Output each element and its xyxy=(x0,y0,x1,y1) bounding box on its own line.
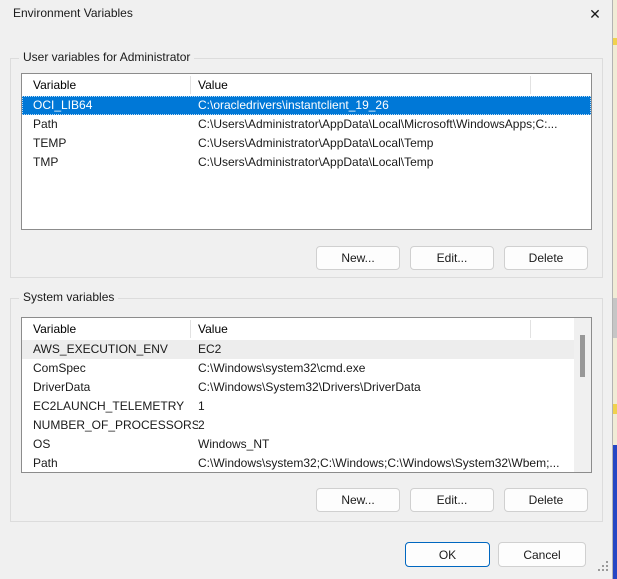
table-row[interactable]: EC2LAUNCH_TELEMETRY 1 xyxy=(22,397,591,416)
variable-cell: OS xyxy=(22,435,198,454)
system-list-header: Variable Value xyxy=(22,318,591,340)
background-strip-segment xyxy=(613,298,617,338)
value-cell: C:\Windows\system32\cmd.exe xyxy=(198,359,591,378)
table-row[interactable]: TMP C:\Users\Administrator\AppData\Local… xyxy=(22,153,591,172)
system-new-button[interactable]: New... xyxy=(316,488,400,512)
system-variables-group-label: System variables xyxy=(19,290,118,304)
value-cell: C:\Users\Administrator\AppData\Local\Mic… xyxy=(198,115,591,134)
table-row[interactable]: TEMP C:\Users\Administrator\AppData\Loca… xyxy=(22,134,591,153)
column-header-variable[interactable]: Variable xyxy=(33,318,76,340)
value-cell: C:\Users\Administrator\AppData\Local\Tem… xyxy=(198,153,591,172)
value-cell: C:\Users\Administrator\AppData\Local\Tem… xyxy=(198,134,591,153)
header-divider xyxy=(530,76,531,94)
header-divider xyxy=(530,320,531,338)
system-variables-list: Variable Value AWS_EXECUTION_ENV EC2 Com… xyxy=(21,317,592,473)
table-row[interactable]: Path C:\Users\Administrator\AppData\Loca… xyxy=(22,115,591,134)
user-list-rows: OCI_LIB64 C:\oracledrivers\instantclient… xyxy=(22,96,591,229)
variable-cell: AWS_EXECUTION_ENV xyxy=(22,340,198,359)
system-edit-button[interactable]: Edit... xyxy=(410,488,494,512)
table-row[interactable]: OS Windows_NT xyxy=(22,435,591,454)
column-header-value[interactable]: Value xyxy=(198,74,228,96)
value-cell: Windows_NT xyxy=(198,435,591,454)
user-variables-group: User variables for Administrator Variabl… xyxy=(10,58,603,278)
user-new-button[interactable]: New... xyxy=(316,246,400,270)
table-row[interactable]: DriverData C:\Windows\System32\Drivers\D… xyxy=(22,378,591,397)
system-buttons-row: New... Edit... Delete xyxy=(316,488,588,512)
value-cell: C:\Windows\System32\Drivers\DriverData xyxy=(198,378,591,397)
vertical-scrollbar[interactable] xyxy=(574,318,591,472)
user-buttons-row: New... Edit... Delete xyxy=(316,246,588,270)
value-cell: C:\Windows\system32;C:\Windows;C:\Window… xyxy=(198,454,591,472)
resize-grip[interactable] xyxy=(598,561,610,573)
user-list-header: Variable Value xyxy=(22,74,591,96)
ok-button[interactable]: OK xyxy=(405,542,490,567)
column-header-value[interactable]: Value xyxy=(198,318,228,340)
system-list-rows: AWS_EXECUTION_ENV EC2 ComSpec C:\Windows… xyxy=(22,340,591,472)
variable-cell: TEMP xyxy=(22,134,198,153)
table-row[interactable]: OCI_LIB64 C:\oracledrivers\instantclient… xyxy=(22,96,591,115)
background-strip-segment xyxy=(613,445,617,579)
variable-cell: Path xyxy=(22,454,198,472)
user-delete-button[interactable]: Delete xyxy=(504,246,588,270)
environment-variables-dialog: Environment Variables ✕ User variables f… xyxy=(0,0,613,579)
background-window-strip xyxy=(613,0,617,579)
user-edit-button[interactable]: Edit... xyxy=(410,246,494,270)
dialog-title: Environment Variables xyxy=(13,6,133,20)
close-icon[interactable]: ✕ xyxy=(582,2,608,26)
system-delete-button[interactable]: Delete xyxy=(504,488,588,512)
header-divider xyxy=(190,320,191,338)
value-cell: 2 xyxy=(198,416,591,435)
value-cell: EC2 xyxy=(198,340,591,359)
value-cell: 1 xyxy=(198,397,591,416)
variable-cell: EC2LAUNCH_TELEMETRY xyxy=(22,397,198,416)
table-row[interactable]: Path C:\Windows\system32;C:\Windows;C:\W… xyxy=(22,454,591,472)
variable-cell: TMP xyxy=(22,153,198,172)
background-strip-segment xyxy=(613,404,617,414)
screen: Environment Variables ✕ User variables f… xyxy=(0,0,617,579)
scrollbar-thumb[interactable] xyxy=(580,335,585,377)
cancel-button[interactable]: Cancel xyxy=(498,542,586,567)
user-variables-group-label: User variables for Administrator xyxy=(19,50,194,64)
variable-cell: NUMBER_OF_PROCESSORS xyxy=(22,416,198,435)
background-strip-segment xyxy=(613,38,617,45)
column-header-variable[interactable]: Variable xyxy=(33,74,76,96)
value-cell: C:\oracledrivers\instantclient_19_26 xyxy=(198,96,591,115)
table-row[interactable]: ComSpec C:\Windows\system32\cmd.exe xyxy=(22,359,591,378)
variable-cell: Path xyxy=(22,115,198,134)
table-row[interactable]: NUMBER_OF_PROCESSORS 2 xyxy=(22,416,591,435)
variable-cell: DriverData xyxy=(22,378,198,397)
user-variables-list: Variable Value OCI_LIB64 C:\oracledriver… xyxy=(21,73,592,230)
variable-cell: OCI_LIB64 xyxy=(22,96,198,115)
header-divider xyxy=(190,76,191,94)
table-row[interactable]: AWS_EXECUTION_ENV EC2 xyxy=(22,340,591,359)
variable-cell: ComSpec xyxy=(22,359,198,378)
